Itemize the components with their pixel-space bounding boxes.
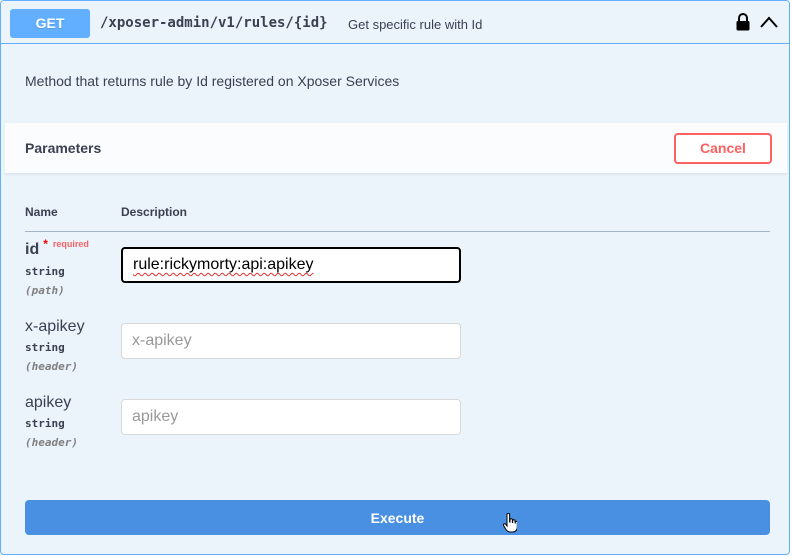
operation-block: GET /xposer-admin/v1/rules/{id} Get spec…: [0, 0, 790, 555]
param-name-id: id * required: [25, 237, 89, 258]
apikey-input[interactable]: apikey: [121, 399, 461, 435]
parameters-header: Parameters Cancel: [5, 123, 787, 174]
required-label: required: [52, 239, 89, 249]
param-type-id: string: [25, 265, 65, 278]
operation-summary-text: Get specific rule with Id: [348, 17, 483, 32]
param-name-apikey: apikey: [25, 394, 72, 411]
param-type-x-apikey: string: [25, 341, 65, 354]
column-header-description: Description: [121, 205, 188, 219]
param-location-apikey: (header): [25, 436, 78, 449]
required-star: *: [43, 237, 48, 251]
operation-summary[interactable]: GET /xposer-admin/v1/rules/{id} Get spec…: [1, 1, 789, 44]
header-divider: [25, 231, 770, 232]
x-apikey-input[interactable]: x-apikey: [121, 323, 461, 359]
hand-pointer-cursor-icon: [503, 513, 517, 533]
parameters-title: Parameters: [25, 140, 102, 156]
chevron-up-icon[interactable]: [759, 13, 779, 31]
param-type-apikey: string: [25, 417, 65, 430]
param-location-id: (path): [25, 284, 65, 297]
method-badge: GET: [10, 9, 90, 38]
execute-button[interactable]: Execute: [25, 500, 770, 535]
column-header-name: Name: [25, 205, 58, 219]
id-input[interactable]: rule:rickymorty:api:apikey: [121, 247, 461, 283]
cancel-button[interactable]: Cancel: [674, 133, 772, 164]
param-name-x-apikey: x-apikey: [25, 318, 85, 335]
id-input-value: rule:rickymorty:api:apikey: [133, 256, 314, 273]
operation-description: Method that returns rule by Id registere…: [25, 73, 400, 89]
param-location-x-apikey: (header): [25, 360, 78, 373]
operation-path: /xposer-admin/v1/rules/{id}: [100, 15, 328, 31]
lock-icon[interactable]: [735, 13, 751, 31]
